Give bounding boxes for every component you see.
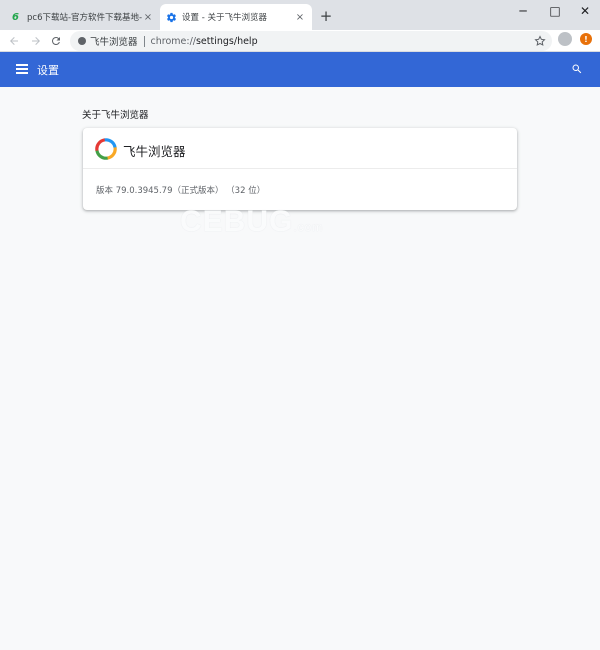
pc6-icon: 6 [12, 11, 19, 23]
arrow-left-icon [10, 37, 18, 45]
site-info-icon[interactable] [78, 37, 86, 45]
close-tab-icon[interactable]: × [142, 12, 154, 23]
bookmark-star-icon[interactable] [534, 35, 546, 47]
search-icon[interactable] [571, 63, 583, 75]
arrow-right-icon [32, 37, 40, 45]
product-row: 飞牛浏览器 [83, 128, 517, 169]
reload-icon [51, 36, 60, 45]
site-name: 飞牛浏览器 [90, 37, 138, 48]
forward-button[interactable] [28, 33, 44, 49]
update-menu-icon[interactable]: ! [580, 33, 592, 45]
new-tab-button[interactable]: + [318, 8, 334, 24]
page-title: 设置 [37, 64, 59, 77]
tab-title: pc6下载站-官方软件下载基地-全 [27, 13, 142, 23]
version-text: 版本 79.0.3945.79（正式版本） （32 位） [96, 186, 266, 196]
settings-header: 设置 [0, 52, 600, 87]
settings-gear-icon [167, 12, 176, 22]
hamburger-menu-icon[interactable] [16, 64, 28, 74]
browser-logo-icon [95, 138, 117, 160]
section-title: 关于飞牛浏览器 [82, 110, 149, 121]
close-window-button[interactable]: ✕ [570, 0, 600, 22]
reload-button[interactable] [48, 33, 64, 49]
minimize-button[interactable]: ─ [508, 0, 538, 22]
omnibox-divider [143, 35, 145, 47]
about-card: 飞牛浏览器 版本 79.0.3945.79（正式版本） （32 位） [83, 128, 517, 210]
tab-settings[interactable]: 设置 - 关于飞牛浏览器 × [160, 4, 312, 30]
watermark: CEBUG.com [180, 205, 324, 238]
maximize-button[interactable]: □ [540, 0, 570, 22]
url-text: chrome://settings/help [150, 35, 258, 47]
address-bar[interactable]: 飞牛浏览器 chrome://settings/help [70, 31, 552, 51]
back-button[interactable] [6, 33, 22, 49]
tab-pc6[interactable]: 6 pc6下载站-官方软件下载基地-全 × [6, 4, 160, 30]
settings-content: 关于飞牛浏览器 飞牛浏览器 版本 79.0.3945.79（正式版本） （32 … [0, 87, 600, 650]
product-name: 飞牛浏览器 [123, 144, 186, 159]
toolbar: 飞牛浏览器 chrome://settings/help [0, 30, 600, 52]
close-tab-icon[interactable]: × [294, 12, 306, 23]
tab-strip: 6 pc6下载站-官方软件下载基地-全 × 设置 - 关于飞牛浏览器 × + ─… [0, 0, 600, 30]
tab-title: 设置 - 关于飞牛浏览器 [182, 13, 267, 23]
profile-avatar[interactable] [558, 32, 572, 46]
